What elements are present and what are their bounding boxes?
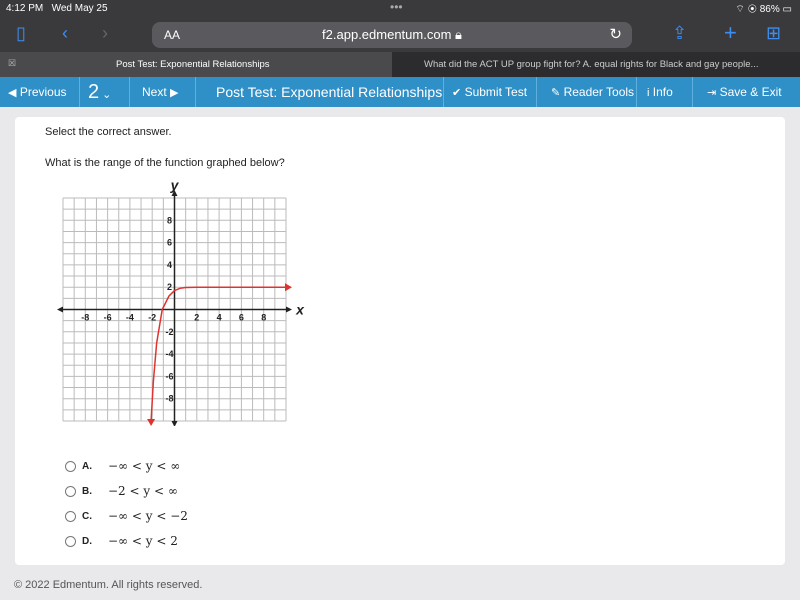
y-tick-label: 8	[167, 215, 172, 225]
y-tick-label: -6	[165, 371, 173, 381]
save-exit-button[interactable]: ⇥ Save & Exit	[693, 77, 800, 107]
previous-button[interactable]: ◀ Previous	[0, 77, 80, 107]
url-text: f2.app.edmentum.com 🔒︎	[322, 27, 462, 42]
x-tick-label: -2	[148, 313, 156, 323]
y-axis-label: y	[170, 181, 180, 193]
check-icon: ✔	[452, 87, 462, 99]
answer-option[interactable]: B. −2 < y < ∞	[65, 484, 178, 498]
x-tick-label: 8	[261, 313, 266, 323]
radio-button[interactable]	[65, 460, 76, 472]
y-tick-label: -2	[165, 327, 173, 337]
new-tab-icon[interactable]: +	[724, 20, 737, 46]
x-tick-label: 6	[239, 313, 244, 323]
question-panel: Select the correct answer. What is the r…	[15, 117, 785, 565]
instruction: Select the correct answer.	[45, 126, 172, 138]
x-tick-label: 2	[194, 313, 199, 323]
forward-icon[interactable]: ›	[102, 23, 108, 44]
x-tick-label: 4	[217, 313, 222, 323]
option-letter: A.	[82, 460, 92, 472]
address-bar[interactable]: AA f2.app.edmentum.com 🔒︎ ↻	[152, 22, 632, 48]
option-text: −∞ < y < ∞	[108, 459, 181, 473]
previous-icon: ◀	[8, 87, 17, 99]
info-button[interactable]: i Info	[637, 77, 693, 107]
footer-copyright: © 2022 Edmentum. All rights reserved.	[14, 579, 203, 591]
option-letter: B.	[82, 485, 92, 497]
tab-bar: ☒ Post Test: Exponential Relationships W…	[0, 52, 800, 77]
multitask-dots[interactable]: •••	[390, 0, 403, 14]
reader-tools-button[interactable]: ✎ Reader Tools	[537, 77, 637, 107]
y-tick-label: 4	[167, 260, 172, 270]
option-text: −2 < y < ∞	[108, 484, 178, 498]
y-tick-label: -4	[165, 349, 173, 359]
radio-button[interactable]	[65, 535, 76, 547]
close-tab-icon[interactable]: ☒	[8, 58, 16, 69]
info-icon: i	[647, 87, 650, 99]
reload-icon[interactable]: ↻	[609, 25, 622, 43]
status-bar: 4:12 PM Wed May 25 ••• ⌔ ◉ 86% ▭	[0, 0, 800, 18]
sidebar-icon[interactable]: ▯	[16, 23, 26, 44]
x-axis-label: x	[295, 302, 305, 318]
y-tick-label: 6	[167, 238, 172, 248]
next-icon: ▶	[170, 87, 179, 99]
answer-option[interactable]: C. −∞ < y < −2	[65, 509, 188, 523]
question-select[interactable]: 2 ⌄	[80, 77, 130, 107]
x-tick-label: -4	[126, 313, 134, 323]
chevron-down-icon: ⌄	[99, 89, 112, 101]
function-graph: -8 -6 -4 -2 2 4 6 8 8 6 4 2 -2 -4 -6 -8 x y	[57, 181, 305, 426]
battery-indicator: ⌔ ◉ 86% ▭	[735, 4, 792, 15]
radio-button[interactable]	[65, 485, 76, 497]
answer-option[interactable]: A. −∞ < y < ∞	[65, 459, 180, 473]
tab-act-up[interactable]: What did the ACT UP group fight for? A. …	[392, 52, 800, 77]
page-title: Post Test: Exponential Relationships	[196, 77, 444, 107]
option-letter: C.	[82, 510, 92, 522]
tabs-overview-icon[interactable]: ⊞	[766, 23, 781, 44]
tab-post-test[interactable]: ☒ Post Test: Exponential Relationships	[0, 52, 392, 77]
status-time: 4:12 PM Wed May 25	[6, 3, 108, 14]
y-tick-label: 2	[167, 282, 172, 292]
browser-toolbar: ▯ ‹ › AA f2.app.edmentum.com 🔒︎ ↻ ⇪ + ⊞	[0, 18, 800, 52]
wrench-icon: ✎	[551, 87, 561, 99]
share-icon[interactable]: ⇪	[672, 23, 687, 44]
tab-title: What did the ACT UP group fight for? A. …	[424, 59, 759, 70]
back-icon[interactable]: ‹	[62, 23, 68, 44]
question-prompt: What is the range of the function graphe…	[45, 157, 285, 169]
next-button[interactable]: Next ▶	[130, 77, 196, 107]
x-tick-label: -6	[104, 313, 112, 323]
test-nav-bar: ◀ Previous 2 ⌄ Next ▶ Post Test: Exponen…	[0, 77, 800, 107]
tab-title: Post Test: Exponential Relationships	[116, 59, 270, 70]
y-tick-label: -8	[165, 394, 173, 404]
radio-button[interactable]	[65, 510, 76, 522]
option-text: −∞ < y < −2	[108, 509, 188, 523]
option-letter: D.	[82, 535, 92, 547]
x-tick-label: -8	[81, 313, 89, 323]
option-text: −∞ < y < 2	[108, 534, 178, 548]
exit-icon: ⇥	[707, 87, 717, 99]
submit-test-button[interactable]: ✔ Submit Test	[444, 77, 537, 107]
answer-option[interactable]: D. −∞ < y < 2	[65, 534, 178, 548]
